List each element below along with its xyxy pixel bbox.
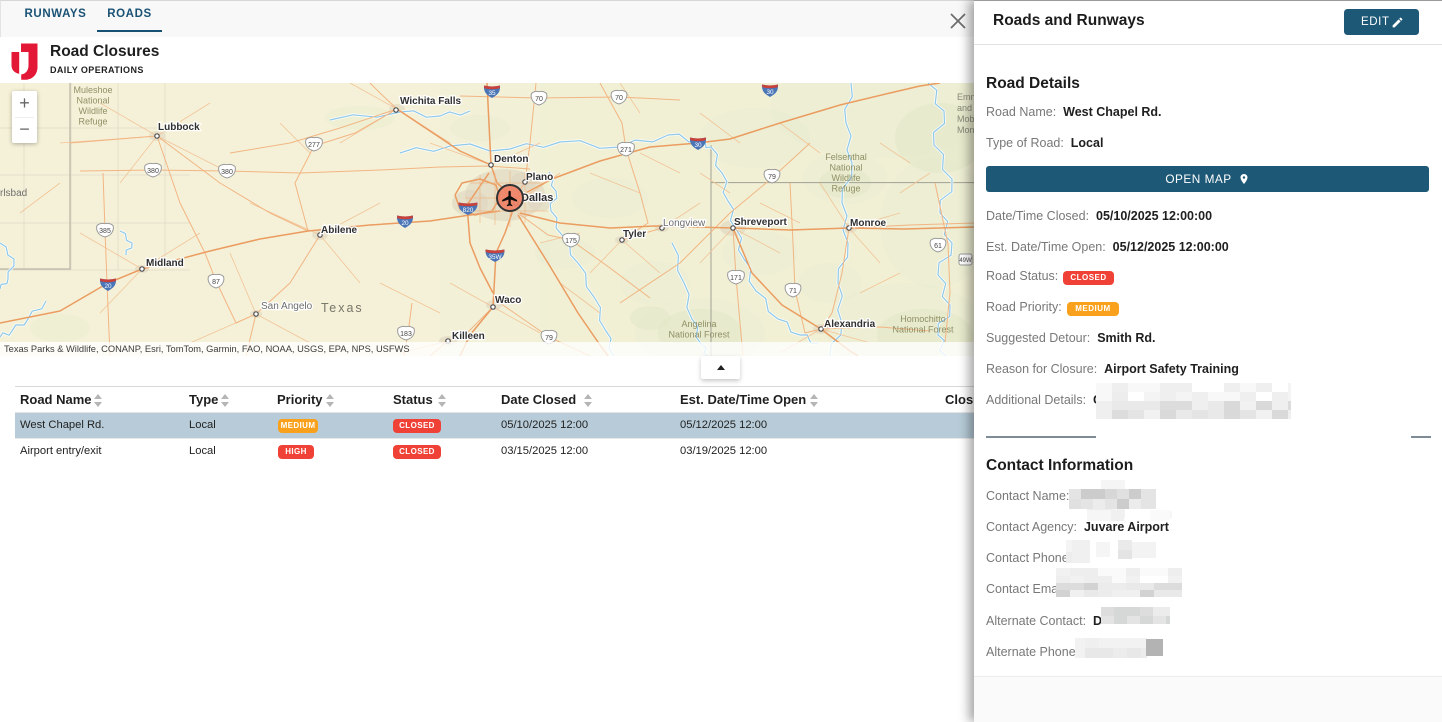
svg-text:Waco: Waco (495, 295, 521, 306)
svg-text:35W: 35W (488, 254, 502, 261)
svg-text:70: 70 (535, 96, 543, 103)
svg-text:385: 385 (99, 228, 111, 235)
svg-text:49W: 49W (959, 258, 972, 264)
svg-text:and M: and M (957, 103, 974, 113)
svg-text:61: 61 (934, 243, 942, 250)
svg-text:30: 30 (766, 89, 774, 96)
svg-text:Refuge: Refuge (78, 117, 107, 127)
svg-text:National Forest: National Forest (892, 325, 954, 335)
svg-text:Longview: Longview (663, 218, 706, 229)
svg-text:Homochitto: Homochitto (900, 314, 946, 324)
svg-text:175: 175 (565, 238, 577, 245)
svg-text:National: National (76, 96, 109, 106)
svg-text:79: 79 (545, 335, 553, 342)
svg-text:183: 183 (400, 331, 412, 338)
svg-text:Texas: Texas (321, 301, 364, 315)
svg-text:277: 277 (308, 142, 320, 149)
svg-text:Lubbock: Lubbock (158, 122, 200, 133)
svg-text:Midland: Midland (146, 258, 184, 269)
svg-text:Denton: Denton (494, 154, 528, 165)
svg-text:Felsenthal: Felsenthal (825, 152, 867, 162)
svg-text:30: 30 (694, 142, 702, 149)
svg-text:Wildlife: Wildlife (78, 106, 107, 116)
svg-text:Alexandria: Alexandria (824, 319, 876, 330)
svg-text:Dallas: Dallas (521, 192, 553, 204)
svg-text:Monroe: Monroe (850, 218, 887, 229)
svg-text:Wildlife: Wildlife (831, 173, 860, 183)
svg-text:71: 71 (789, 288, 797, 295)
svg-text:380: 380 (147, 168, 159, 175)
svg-text:820: 820 (463, 207, 474, 214)
svg-text:171: 171 (730, 275, 742, 282)
svg-text:rlsbad: rlsbad (0, 188, 27, 199)
svg-text:Mon: Mon (957, 125, 974, 135)
svg-text:20: 20 (104, 283, 112, 290)
svg-text:35: 35 (488, 90, 496, 97)
svg-text:Abilene: Abilene (321, 225, 358, 236)
svg-text:380: 380 (221, 169, 233, 176)
svg-text:National: National (829, 163, 862, 173)
svg-text:Moble: Moble (957, 114, 974, 124)
svg-text:Tyler: Tyler (623, 229, 646, 240)
svg-text:Emn: Emn (957, 92, 974, 102)
svg-text:Killeen: Killeen (452, 331, 485, 342)
svg-text:National Forest: National Forest (668, 330, 730, 340)
svg-text:20: 20 (401, 220, 409, 227)
svg-text:Angelina: Angelina (681, 319, 716, 329)
svg-text:Plano: Plano (526, 172, 553, 183)
svg-text:79: 79 (768, 174, 776, 181)
svg-text:Shreveport: Shreveport (734, 217, 787, 228)
svg-text:Wichita Falls: Wichita Falls (400, 96, 461, 107)
svg-text:Muleshoe: Muleshoe (73, 85, 112, 95)
svg-text:70: 70 (615, 95, 623, 102)
svg-text:Refuge: Refuge (831, 184, 860, 194)
svg-text:San Angelo: San Angelo (261, 301, 313, 312)
svg-text:271: 271 (620, 147, 632, 154)
svg-text:87: 87 (212, 279, 220, 286)
